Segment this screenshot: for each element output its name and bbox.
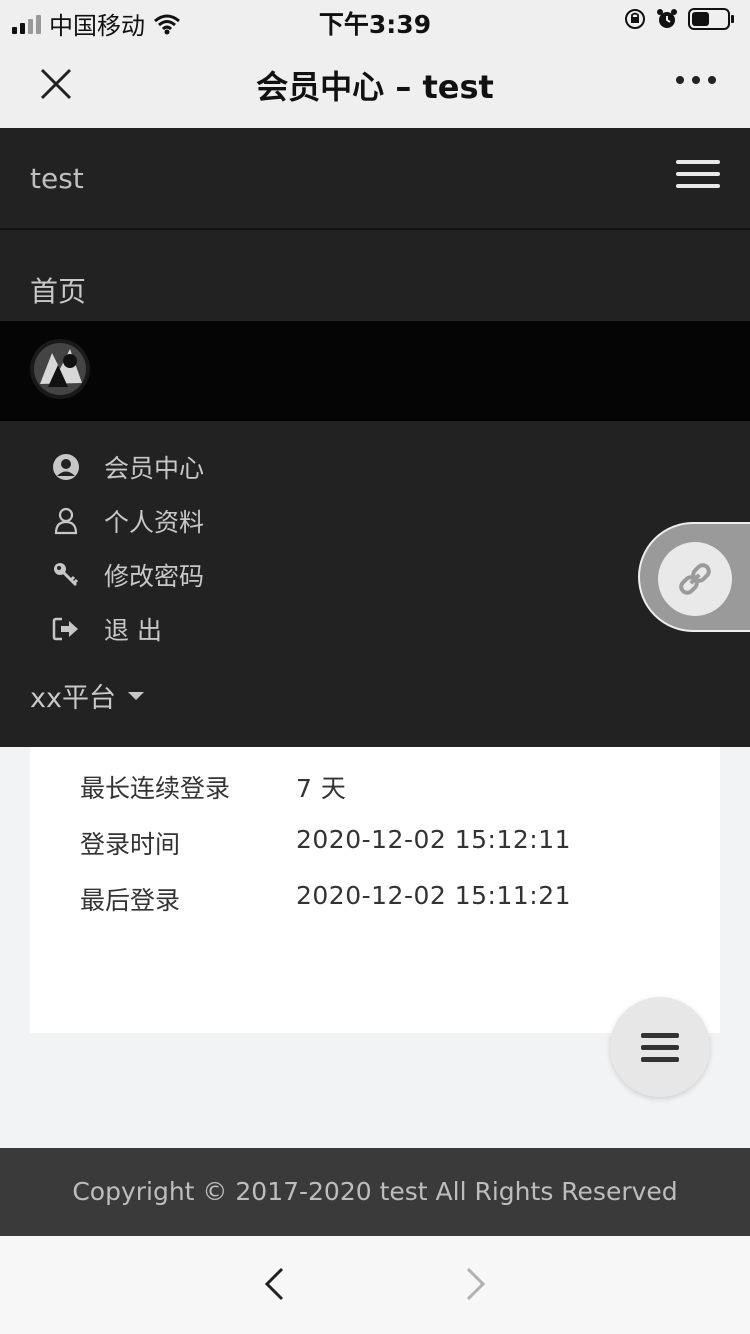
menu-item-profile[interactable]: 个人资料 bbox=[50, 494, 204, 548]
user-circle-icon bbox=[50, 451, 82, 483]
menu-item-home[interactable]: 首页 bbox=[30, 270, 86, 310]
info-label: 最后登录 bbox=[80, 886, 181, 915]
sign-out-icon bbox=[50, 613, 82, 645]
info-label: 最长连续登录 bbox=[80, 774, 231, 803]
floating-menu-button[interactable] bbox=[610, 997, 710, 1097]
info-row: 登录时间 2020-12-02 15:12:11 bbox=[80, 825, 571, 861]
menu-item-label: 个人资料 bbox=[104, 508, 205, 537]
alarm-icon bbox=[657, 9, 677, 28]
floating-link-button[interactable] bbox=[638, 522, 750, 632]
brand-link[interactable]: test bbox=[30, 162, 84, 195]
user-icon bbox=[50, 505, 82, 537]
info-value: 7 天 bbox=[296, 774, 347, 803]
key-icon bbox=[50, 559, 82, 591]
menu-item-label: 退 出 bbox=[104, 616, 162, 645]
info-value: 2020-12-02 15:11:21 bbox=[296, 881, 572, 910]
back-arrow-icon[interactable] bbox=[262, 1266, 286, 1302]
status-bar: 中国移动 下午3:39 bbox=[0, 0, 750, 40]
platform-label: xx平台 bbox=[30, 683, 116, 714]
nav-menu: 首页 会员中心 个人资料 修改密码 退 出 xx平台 bbox=[0, 230, 750, 747]
member-info-card: 最长连续登录 7 天 登录时间 2020-12-02 15:12:11 最后登录… bbox=[30, 747, 720, 1033]
platform-dropdown[interactable]: xx平台 bbox=[30, 676, 144, 715]
info-value: 2020-12-02 15:12:11 bbox=[296, 825, 572, 854]
battery-icon bbox=[688, 8, 734, 30]
menu-item-logout[interactable]: 退 出 bbox=[50, 602, 204, 656]
menu-item-member-center[interactable]: 会员中心 bbox=[50, 440, 204, 494]
browser-bottom-bar bbox=[0, 1236, 750, 1334]
menu-item-label: 修改密码 bbox=[104, 562, 205, 591]
forward-arrow-icon[interactable] bbox=[464, 1266, 488, 1302]
title-bar: 会员中心 – test bbox=[0, 40, 750, 128]
rotation-lock-icon bbox=[625, 9, 645, 29]
member-menu: 会员中心 个人资料 修改密码 退 出 bbox=[50, 440, 204, 656]
status-right bbox=[624, 7, 736, 31]
footer-copyright: Copyright © 2017-2020 test All Rights Re… bbox=[0, 1148, 750, 1236]
menu-item-label: 会员中心 bbox=[104, 454, 205, 483]
menu-item-change-password[interactable]: 修改密码 bbox=[50, 548, 204, 602]
info-row: 最后登录 2020-12-02 15:11:21 bbox=[80, 881, 571, 917]
navbar: test bbox=[0, 128, 750, 230]
hamburger-icon bbox=[641, 1032, 679, 1038]
info-row: 最长连续登录 7 天 bbox=[80, 769, 346, 805]
caret-down-icon bbox=[127, 691, 144, 700]
info-label: 登录时间 bbox=[80, 830, 181, 859]
avatar[interactable] bbox=[30, 339, 90, 399]
hamburger-menu-icon[interactable] bbox=[676, 160, 720, 190]
user-bar bbox=[0, 321, 750, 421]
more-icon[interactable] bbox=[676, 76, 716, 84]
link-icon bbox=[658, 542, 732, 616]
page-title: 会员中心 – test bbox=[256, 68, 494, 106]
